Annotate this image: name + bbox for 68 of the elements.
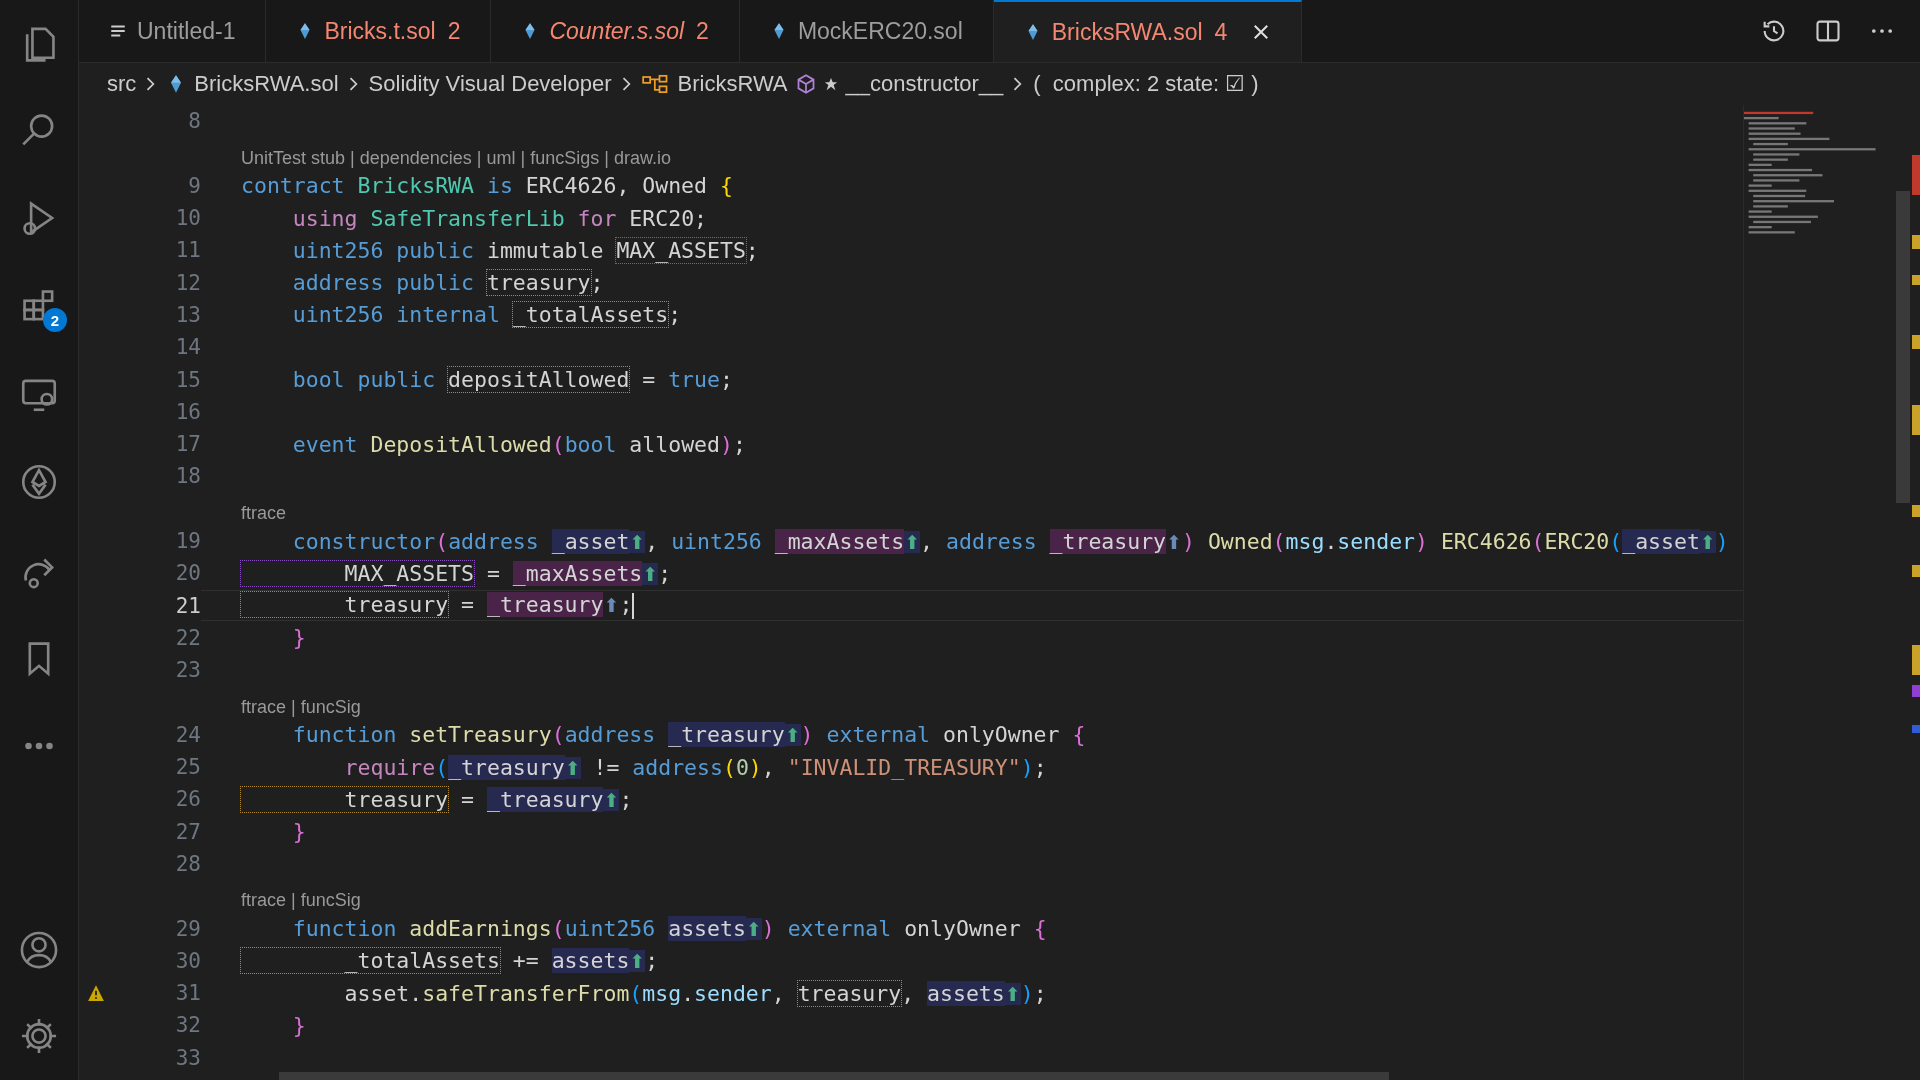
line-number: 31 bbox=[175, 981, 201, 1006]
line-number: 27 bbox=[175, 819, 201, 844]
line-number: 10 bbox=[175, 206, 201, 231]
code-lens[interactable]: UnitTest stub | dependencies | uml | funcSigs | draw.io bbox=[241, 147, 671, 169]
code-line: _totalAssets += assets⬆; bbox=[241, 948, 659, 974]
line-number: 21 bbox=[175, 593, 201, 618]
code-line: function setTreasury(address _treasury⬆) external onlyOwner { bbox=[291, 722, 1086, 748]
line-number: 8 bbox=[188, 109, 201, 134]
line-number: 18 bbox=[175, 464, 201, 489]
code-line: MAX_ASSETS = _maxAssets⬆; bbox=[241, 560, 672, 586]
code-line: treasury = _treasury⬆; bbox=[241, 786, 633, 812]
code-line: uint256 public immutable MAX_ASSETS; bbox=[291, 237, 759, 263]
code-line: uint256 internal _totalAssets; bbox=[291, 302, 682, 328]
account-icon[interactable] bbox=[18, 929, 60, 971]
line-number: 25 bbox=[175, 755, 201, 780]
code-line: event DepositAllowed(bool allowed); bbox=[291, 431, 746, 457]
line-number: 22 bbox=[175, 625, 201, 650]
breadcrumb-item[interactable]: Solidity Visual Developer bbox=[368, 71, 612, 97]
line-number: 12 bbox=[175, 270, 201, 295]
line-number: 32 bbox=[175, 1013, 201, 1038]
line-number: 20 bbox=[175, 561, 201, 586]
code-line: } bbox=[291, 625, 306, 651]
line-number: 24 bbox=[175, 722, 201, 747]
editor-tab[interactable]: Bricks.t.sol 2 bbox=[266, 0, 492, 62]
breadcrumb-item[interactable]: __constructor__ bbox=[845, 71, 1004, 97]
code-line: contract BricksRWA is ERC4626, Owned { bbox=[241, 173, 733, 199]
star-icon bbox=[823, 77, 838, 91]
editor-tab[interactable]: MockERC20.sol bbox=[739, 0, 994, 62]
code-line: bool public depositAllowed = true; bbox=[291, 367, 733, 392]
line-number: 13 bbox=[175, 302, 201, 327]
code-line: function addEarnings(uint256 assets⬆) external onlyOwner { bbox=[291, 916, 1047, 942]
line-number: 33 bbox=[175, 1045, 201, 1070]
line-number: 16 bbox=[175, 399, 201, 424]
code-line: } bbox=[291, 1012, 306, 1038]
breadcrumb-item[interactable]: ( complex: 2 state: ☑ ) bbox=[1033, 71, 1259, 97]
code-lens[interactable]: ftrace bbox=[241, 502, 287, 524]
code-line: treasury = _treasury⬆; bbox=[241, 592, 635, 620]
cube-icon bbox=[795, 74, 816, 94]
code-line: } bbox=[291, 819, 306, 845]
horizontal-scrollbar[interactable] bbox=[279, 1072, 1389, 1080]
line-number: 29 bbox=[175, 916, 201, 941]
class-icon bbox=[641, 74, 670, 94]
warning-icon bbox=[87, 984, 105, 1003]
editor-tab[interactable]: Untitled-1 bbox=[79, 0, 267, 62]
line-number: 14 bbox=[175, 335, 201, 360]
line-number: 17 bbox=[175, 432, 201, 457]
line-number: 28 bbox=[175, 851, 201, 876]
line-number: 15 bbox=[175, 367, 201, 392]
code-lens[interactable]: ftrace | funcSig bbox=[241, 890, 361, 912]
breadcrumb-item[interactable]: BricksRWA bbox=[677, 71, 788, 97]
line-number: 19 bbox=[175, 529, 201, 553]
code-line: asset.safeTransferFrom(msg.sender, treasury, assets⬆); bbox=[343, 980, 1047, 1006]
breadcrumb-item[interactable]: BricksRWA.sol bbox=[194, 71, 339, 97]
line-number: 23 bbox=[175, 658, 201, 683]
editor-tab[interactable]: Counter.s.sol 2 bbox=[491, 0, 740, 62]
line-number: 26 bbox=[175, 787, 201, 812]
code-line: using SafeTransferLib for ERC20; bbox=[291, 205, 708, 231]
code-line: constructor(address _asset⬆, uint256 _maxAssets⬆, address _treasury⬆) Owned(msg.sender) ERC4626(ERC20(_asset⬆) bbox=[291, 528, 1729, 554]
scrollbar-thumb[interactable] bbox=[1896, 191, 1910, 503]
code-lens[interactable]: ftrace | funcSig bbox=[241, 696, 361, 718]
notification-badge: 2 bbox=[43, 308, 67, 332]
line-number: 30 bbox=[175, 948, 201, 973]
line-number: 9 bbox=[188, 173, 201, 198]
breadcrumb-item[interactable]: src bbox=[107, 71, 137, 97]
code-line: address public treasury; bbox=[291, 270, 604, 296]
line-number: 11 bbox=[175, 238, 201, 263]
editor-tab[interactable]: BricksRWA.sol 4 bbox=[993, 0, 1303, 62]
code-line: require(_treasury⬆ != address(0), "INVALID_TREASURY"); bbox=[343, 754, 1047, 780]
